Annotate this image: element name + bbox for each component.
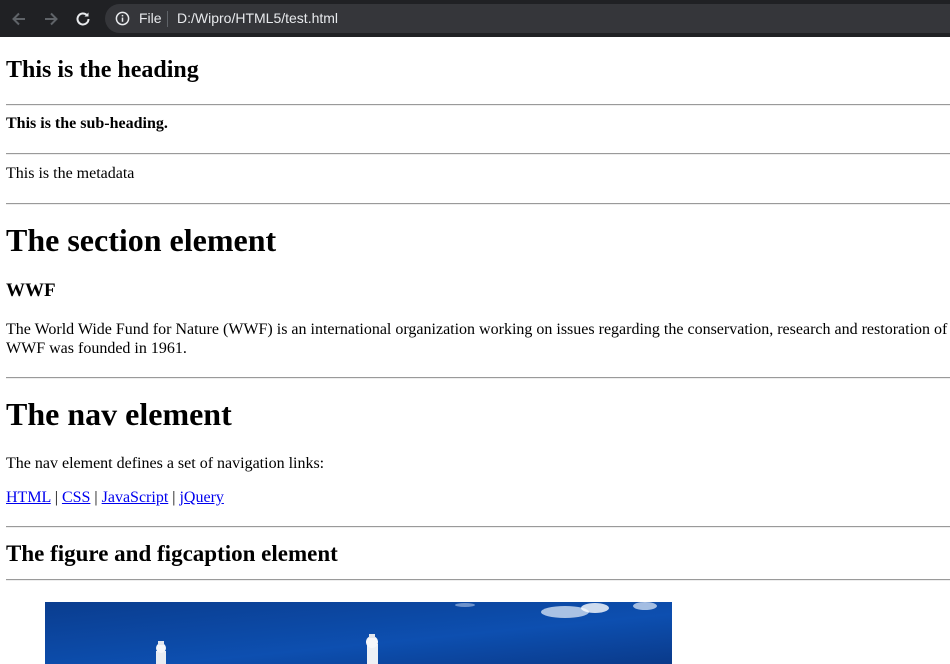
arrow-right-icon[interactable] — [40, 8, 62, 30]
divider — [6, 377, 950, 379]
nav-separator: | — [90, 489, 102, 506]
divider — [6, 153, 950, 155]
section-title: The section element — [6, 222, 277, 258]
section-subtitle: WWF — [6, 280, 56, 301]
nav-separator: | — [168, 489, 180, 506]
figure-title: The figure and figcaption element — [6, 541, 338, 566]
nav-separator: | — [50, 489, 62, 506]
divider — [6, 526, 950, 528]
page-heading: This is the heading — [6, 57, 199, 83]
section-paragraph-line1: The World Wide Fund for Nature (WWF) is … — [6, 321, 948, 338]
nav-link-css[interactable]: CSS — [62, 489, 90, 506]
divider — [6, 104, 950, 106]
nav-link-jquery[interactable]: jQuery — [179, 489, 223, 506]
page-subheading: This is the sub-heading. — [6, 115, 168, 132]
section-paragraph: The World Wide Fund for Nature (WWF) is … — [6, 320, 947, 358]
nav-link-javascript[interactable]: JavaScript — [102, 489, 169, 506]
address-bar[interactable]: File D:/Wipro/HTML5/test.html — [105, 4, 950, 33]
info-icon[interactable] — [115, 11, 130, 26]
arrow-left-icon[interactable] — [8, 8, 30, 30]
nav-link-html[interactable]: HTML — [6, 489, 51, 506]
url-text[interactable]: D:/Wipro/HTML5/test.html — [177, 10, 338, 26]
section-paragraph-line2: WWF was founded in 1961. — [6, 340, 187, 357]
figure-image — [45, 602, 672, 664]
nav-links: HTML | CSS | JavaScript | jQuery — [6, 488, 224, 507]
divider — [6, 579, 950, 581]
reload-icon[interactable] — [72, 8, 94, 30]
browser-toolbar: File D:/Wipro/HTML5/test.html — [0, 0, 950, 37]
omnibox-divider — [167, 11, 168, 27]
divider — [6, 203, 950, 205]
metadata-text: This is the metadata — [6, 165, 135, 182]
scheme-label: File — [139, 10, 162, 26]
nav-title: The nav element — [6, 396, 232, 432]
nav-description: The nav element defines a set of navigat… — [6, 455, 325, 472]
